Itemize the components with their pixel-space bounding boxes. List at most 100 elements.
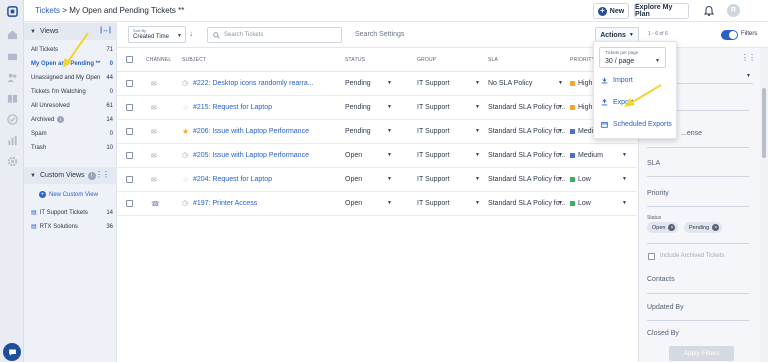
chevron-down-icon[interactable]: ▼ (475, 200, 480, 206)
row-checkbox[interactable] (126, 200, 133, 207)
contacts-icon[interactable] (6, 71, 18, 83)
chevron-down-icon[interactable]: ▼ (387, 104, 392, 110)
search-input[interactable]: Search Tickets (207, 27, 342, 43)
star-icon[interactable]: ☆ (182, 103, 189, 112)
chevron-down-icon[interactable]: ▼ (622, 176, 627, 182)
search-settings-link[interactable]: Search Settings (355, 31, 404, 38)
column-sla[interactable]: SLA (488, 57, 498, 63)
ticket-group[interactable]: IT Support (417, 176, 450, 183)
views-header[interactable]: ▼ Views |↔| (24, 23, 117, 40)
row-checkbox[interactable] (126, 104, 133, 111)
ticket-subject-link[interactable]: #215: Request for Laptop (193, 104, 272, 111)
chevron-down-icon[interactable]: ▼ (558, 128, 563, 134)
export-menu-item[interactable]: Export (601, 99, 633, 106)
sort-direction-arrow-icon[interactable]: ↓ (189, 29, 193, 38)
breadcrumb-tickets-link[interactable]: Tickets (35, 6, 60, 15)
table-row[interactable]: ✉ ☆ #215: Request for Laptop Pending ▼ I… (117, 96, 637, 120)
chevron-down-icon[interactable]: ▼ (558, 200, 563, 206)
drag-handle-icon[interactable]: ⋮⋮ (95, 170, 110, 179)
custom-views-header[interactable]: ▼ Custom Views i ⋮⋮ (24, 167, 117, 184)
ticket-sla[interactable]: No SLA Policy (488, 80, 532, 87)
home-icon[interactable] (6, 28, 18, 40)
ticket-subject-link[interactable]: #205: Issue with Laptop Performance (193, 152, 309, 159)
table-row[interactable]: ✉ ◷ #222: Desktop icons randomly rearra.… (117, 72, 637, 96)
select-all-checkbox[interactable] (126, 56, 133, 63)
knowledge-base-icon[interactable] (6, 92, 18, 104)
table-row[interactable]: ✉ ◷ #205: Issue with Laptop Performance … (117, 144, 637, 168)
new-custom-view-button[interactable]: + New Custom View (39, 188, 111, 201)
custom-view-rtx-solutions[interactable]: ▤ RTX Solutions 36 (31, 220, 113, 233)
view-my-open-and-pending[interactable]: My Open and Pending ** 0 (31, 57, 113, 70)
chevron-down-icon[interactable]: ▼ (558, 176, 563, 182)
view-trash[interactable]: Trash 10 (31, 141, 113, 154)
chevron-down-icon[interactable]: ▼ (387, 128, 392, 134)
avatar[interactable]: R (727, 4, 740, 17)
view-all-tickets[interactable]: All Tickets 71 (31, 43, 113, 56)
ticket-priority[interactable]: Low (570, 176, 591, 183)
chevron-down-icon[interactable]: ▼ (475, 176, 480, 182)
ticket-status[interactable]: Open (345, 200, 362, 207)
star-filled-icon[interactable]: ★ (182, 127, 189, 136)
chevron-down-icon[interactable]: ▼ (558, 104, 563, 110)
ticket-priority[interactable]: Low (570, 200, 591, 207)
ticket-sla[interactable]: Standard SLA Policy fo... (488, 104, 565, 111)
filter-sla-label[interactable]: SLA (647, 160, 660, 167)
ticket-priority[interactable]: Medium (570, 152, 603, 159)
ticket-sla[interactable]: Standard SLA Policy fo... (488, 128, 565, 135)
status-chip-open[interactable]: Open × (647, 222, 679, 233)
ticket-subject-link[interactable]: #222: Desktop icons randomly rearra... (193, 80, 314, 87)
row-checkbox[interactable] (126, 152, 133, 159)
ticket-status[interactable]: Pending (345, 104, 371, 111)
filter-updated-by-label[interactable]: Updated By (647, 304, 684, 311)
table-row[interactable]: ☎ ◷ #197: Printer Access Open ▼ IT Suppo… (117, 192, 637, 216)
ticket-status[interactable]: Pending (345, 128, 371, 135)
ticket-subject-link[interactable]: #206: Issue with Laptop Performance (193, 128, 309, 135)
row-checkbox[interactable] (126, 80, 133, 87)
chevron-down-icon[interactable]: ▼ (387, 176, 392, 182)
filter-closed-by-label[interactable]: Closed By (647, 330, 679, 337)
row-checkbox[interactable] (126, 176, 133, 183)
drag-handle-icon[interactable]: ⋮⋮ (741, 53, 756, 62)
row-checkbox[interactable] (126, 128, 133, 135)
remove-chip-icon[interactable]: × (668, 224, 676, 231)
info-icon[interactable]: i (57, 116, 65, 123)
app-logo-icon[interactable] (6, 5, 18, 17)
view-unassigned-and-my-open[interactable]: Unassigned and My Open 44 (31, 71, 113, 84)
reports-icon[interactable] (6, 134, 18, 146)
table-row[interactable]: ✉ ☆ #204: Request for Laptop Open ▼ IT S… (117, 168, 637, 192)
ticket-sla[interactable]: Standard SLA Policy fo... (488, 152, 565, 159)
ticket-subject-link[interactable]: #204: Request for Laptop (193, 176, 272, 183)
chevron-down-icon[interactable]: ▼ (558, 152, 563, 158)
column-priority[interactable]: PRIORITY (570, 57, 595, 63)
column-subject[interactable]: SUBJECT (182, 57, 206, 63)
bell-icon[interactable] (703, 5, 715, 17)
chevron-down-icon[interactable]: ▼ (475, 104, 480, 110)
chevron-down-icon[interactable]: ▼ (622, 200, 627, 206)
new-button[interactable]: + New (593, 3, 629, 19)
chat-icon[interactable] (3, 343, 21, 361)
remove-chip-icon[interactable]: × (712, 224, 720, 231)
apply-filters-button[interactable]: Apply Filters (669, 346, 734, 361)
column-group[interactable]: GROUP (417, 57, 436, 63)
import-menu-item[interactable]: Import (601, 77, 633, 84)
ticket-group[interactable]: IT Support (417, 200, 450, 207)
ticket-group[interactable]: IT Support (417, 128, 450, 135)
view-all-unresolved[interactable]: All Unresolved 61 (31, 99, 113, 112)
ticket-group[interactable]: IT Support (417, 152, 450, 159)
ticket-priority[interactable]: High (570, 80, 592, 87)
column-status[interactable]: STATUS (345, 57, 365, 63)
sort-select[interactable]: Sort By Created Time ▼ (128, 26, 186, 43)
chevron-down-icon[interactable]: ▼ (387, 80, 392, 86)
filter-priority-label[interactable]: Priority (647, 190, 669, 197)
scrollbar-thumb[interactable] (762, 88, 766, 158)
chevron-down-icon[interactable]: ▼ (622, 152, 627, 158)
view-archived[interactable]: Archived i 14 (31, 113, 113, 126)
filter-contacts-label[interactable]: Contacts (647, 276, 675, 283)
ticket-subject-link[interactable]: #197: Printer Access (193, 200, 257, 207)
ticket-group[interactable]: IT Support (417, 80, 450, 87)
tickets-per-page-select[interactable]: Tickets per page 30 / page ▼ (599, 47, 666, 68)
view-spam[interactable]: Spam 0 (31, 127, 113, 140)
star-icon[interactable]: ☆ (182, 175, 189, 184)
ticket-sla[interactable]: Standard SLA Policy fo... (488, 176, 565, 183)
chevron-down-icon[interactable]: ▼ (475, 152, 480, 158)
